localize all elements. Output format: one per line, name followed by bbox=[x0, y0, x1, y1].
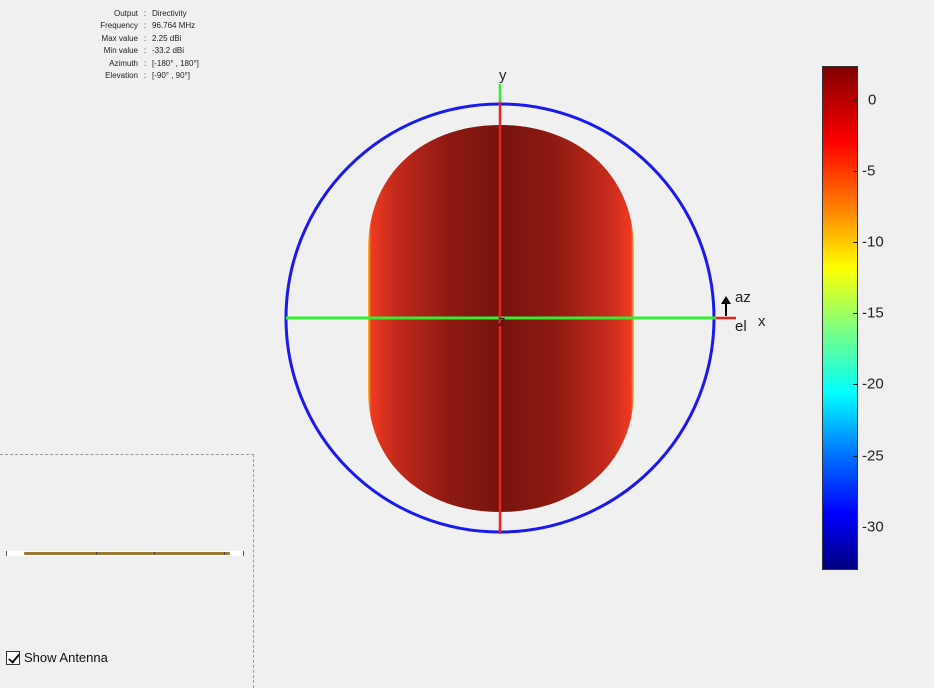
info-separator: : bbox=[143, 9, 147, 18]
az-arrow-icon bbox=[721, 296, 731, 304]
show-antenna-checkbox[interactable]: Show Antenna bbox=[6, 650, 108, 665]
y-axis-label: y bbox=[499, 67, 507, 84]
pattern-info-block: Output : Directivity Frequency : 96.764 … bbox=[60, 8, 199, 82]
info-label: Elevation bbox=[105, 71, 138, 81]
info-separator: : bbox=[143, 71, 147, 81]
colorbar-tick-mark bbox=[853, 527, 858, 528]
info-value: [-90° , 90°] bbox=[152, 71, 190, 81]
info-label: Output bbox=[113, 9, 138, 18]
colorbar-tick-label: -5 bbox=[862, 162, 876, 180]
info-value: 96.764 MHz bbox=[152, 21, 196, 31]
info-label: Max value bbox=[101, 33, 138, 43]
colorbar-tick-label: -20 bbox=[862, 375, 884, 393]
info-row-azimuth: Azimuth : [-180° , 180°] bbox=[60, 58, 199, 70]
checkbox-checked-icon[interactable] bbox=[6, 650, 20, 665]
antenna-track-endcap bbox=[6, 551, 7, 556]
info-value: [-180° , 180°] bbox=[152, 58, 199, 68]
az-label: az bbox=[735, 289, 751, 306]
info-row-min-value: Min value : -33.2 dBi bbox=[60, 45, 199, 57]
antenna-node bbox=[154, 552, 155, 555]
info-label: Azimuth bbox=[109, 58, 138, 68]
z-axis-label: z bbox=[498, 313, 506, 330]
colorbar-tick-label: -25 bbox=[862, 447, 884, 465]
dipole-antenna-element bbox=[24, 552, 230, 555]
colorbar-tick-label: -30 bbox=[862, 518, 884, 536]
colorbar-tick-mark bbox=[853, 456, 858, 457]
colorbar bbox=[822, 66, 858, 570]
colorbar-tick-mark bbox=[853, 384, 858, 385]
colorbar-tick-mark bbox=[853, 171, 858, 172]
colorbar-tick-mark bbox=[853, 100, 858, 101]
show-antenna-label: Show Antenna bbox=[24, 650, 108, 665]
antenna-track-endcap bbox=[243, 551, 244, 556]
info-value: -33.2 dBi bbox=[152, 46, 185, 56]
colorbar-tick-mark bbox=[853, 242, 858, 243]
info-label: Min value bbox=[103, 46, 138, 56]
info-row-frequency: Frequency : 96.764 MHz bbox=[60, 20, 199, 32]
colorbar-tick-label: -10 bbox=[862, 233, 884, 251]
antenna-preview-track bbox=[6, 551, 244, 556]
info-separator: : bbox=[143, 58, 147, 68]
info-label: Frequency bbox=[100, 21, 138, 31]
info-row-max-value: Max value : 2.25 dBi bbox=[60, 33, 199, 45]
el-label: el bbox=[735, 318, 747, 335]
antenna-node bbox=[96, 552, 97, 555]
colorbar-tick-label: -15 bbox=[862, 304, 884, 322]
antenna-node bbox=[224, 552, 225, 555]
colorbar-tick-mark bbox=[853, 313, 858, 314]
info-row-output: Output : Directivity bbox=[60, 8, 199, 20]
info-separator: : bbox=[143, 33, 147, 43]
info-separator: : bbox=[143, 21, 147, 31]
colorbar-tick-label: 0 bbox=[868, 91, 877, 109]
info-value: Directivity bbox=[152, 9, 187, 18]
x-axis-label: x bbox=[758, 313, 766, 330]
info-value: 2.25 dBi bbox=[152, 33, 182, 43]
info-row-elevation: Elevation : [-90° , 90°] bbox=[60, 70, 199, 82]
info-separator: : bbox=[143, 46, 147, 56]
